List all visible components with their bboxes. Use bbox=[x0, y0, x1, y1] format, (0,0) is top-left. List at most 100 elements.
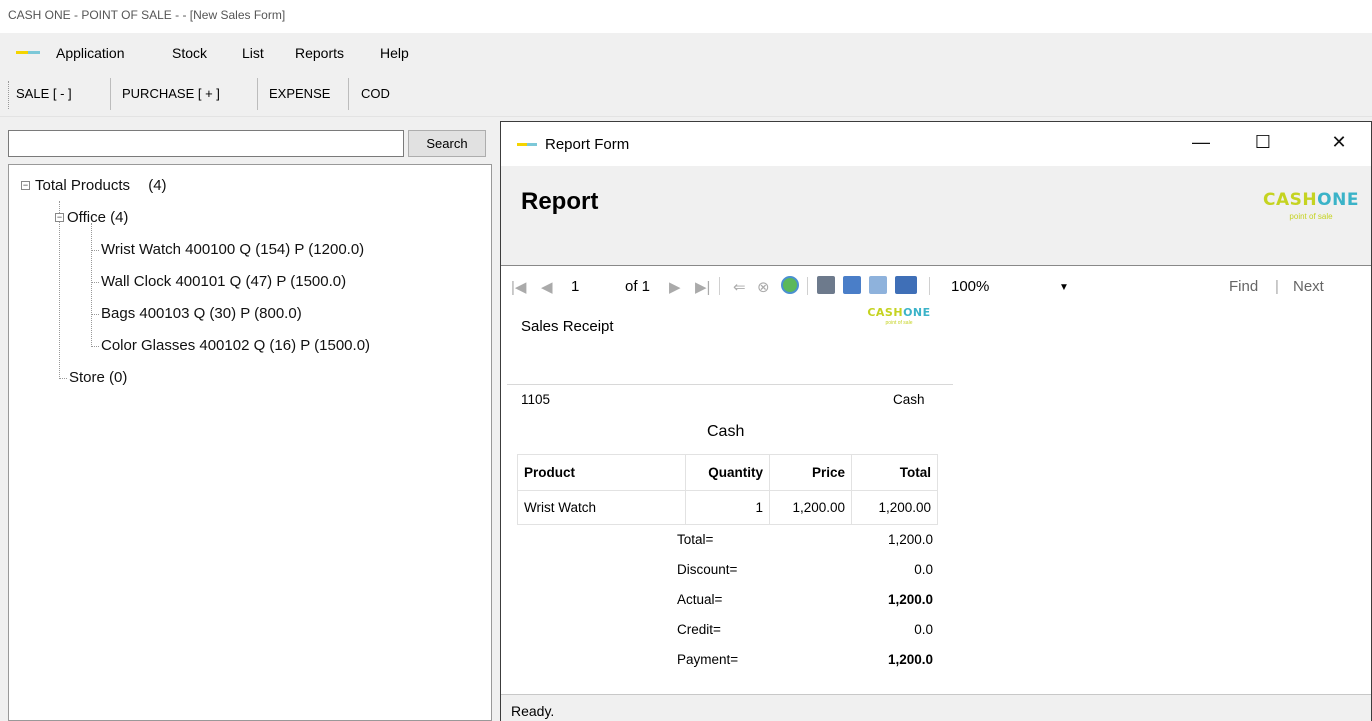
summary-discount-label: Discount= bbox=[677, 562, 738, 577]
tree-connector bbox=[59, 201, 60, 379]
stop-icon[interactable]: ⊗ bbox=[757, 278, 770, 296]
receipt-number: 1105 bbox=[521, 392, 551, 407]
toolbar-grip[interactable] bbox=[8, 81, 10, 109]
payment-type-center: Cash bbox=[707, 423, 745, 440]
menu-bar: Application Stock List Reports Help bbox=[0, 33, 1372, 71]
report-heading: Report bbox=[521, 188, 599, 215]
chevron-down-icon[interactable]: ▼ bbox=[1059, 282, 1069, 293]
tree-root-label: Total Products bbox=[35, 177, 131, 194]
tree-node-root[interactable]: Total Products (4) bbox=[35, 177, 167, 194]
back-icon[interactable]: ⇐ bbox=[733, 278, 746, 296]
summary-credit-value: 0.0 bbox=[914, 622, 933, 637]
table-header-row: Product Quantity Price Total bbox=[517, 454, 938, 491]
menu-reports[interactable]: Reports bbox=[295, 45, 344, 61]
product-tree[interactable]: − Total Products (4) − Office (4) Wrist … bbox=[8, 164, 492, 721]
toolbar-separator bbox=[257, 78, 258, 110]
toolbar-separator bbox=[929, 277, 930, 295]
search-button[interactable]: Search bbox=[408, 130, 486, 157]
zoom-select[interactable]: 100% bbox=[951, 278, 989, 295]
brand-logo: CASHONE point of sale bbox=[1263, 190, 1359, 221]
tree-root-count: (4) bbox=[148, 177, 167, 194]
tree-node-store[interactable]: Store (0) bbox=[69, 369, 127, 386]
report-canvas: Sales Receipt CASHONE point of sale 1105… bbox=[507, 304, 1369, 694]
find-button[interactable]: Find bbox=[1229, 278, 1258, 295]
column-header-price: Price bbox=[769, 454, 852, 491]
tree-connector bbox=[59, 378, 67, 379]
status-bar: Ready. bbox=[501, 694, 1371, 721]
minimize-icon[interactable]: — bbox=[1181, 132, 1221, 156]
next-page-icon[interactable]: ▶ bbox=[669, 278, 681, 296]
tree-connector bbox=[91, 250, 99, 251]
purchase-button[interactable]: PURCHASE [ + ] bbox=[122, 86, 220, 101]
toolbar-separator: | bbox=[1275, 278, 1279, 295]
menu-application[interactable]: Application bbox=[56, 45, 125, 61]
last-page-icon[interactable]: ▶| bbox=[695, 278, 710, 296]
refresh-icon[interactable] bbox=[781, 276, 799, 294]
tree-node-product[interactable]: Color Glasses 400102 Q (16) P (1500.0) bbox=[101, 337, 370, 354]
tree-node-product[interactable]: Wrist Watch 400100 Q (154) P (1200.0) bbox=[101, 241, 364, 258]
menu-stock[interactable]: Stock bbox=[172, 45, 207, 61]
print-layout-icon[interactable] bbox=[843, 276, 861, 294]
expense-button[interactable]: EXPENSE bbox=[269, 86, 330, 101]
summary-payment-label: Payment= bbox=[677, 652, 739, 667]
cell-product: Wrist Watch bbox=[517, 490, 686, 525]
tree-node-product[interactable]: Wall Clock 400101 Q (47) P (1500.0) bbox=[101, 273, 346, 290]
summary-total-value: 1,200.0 bbox=[887, 532, 933, 547]
find-next-button[interactable]: Next bbox=[1293, 278, 1324, 295]
page-setup-icon[interactable] bbox=[869, 276, 887, 294]
payment-type-right: Cash bbox=[893, 392, 925, 407]
tree-connector bbox=[91, 223, 92, 345]
search-input[interactable] bbox=[8, 130, 404, 157]
table-row: Wrist Watch 1 1,200.00 1,200.00 bbox=[517, 490, 938, 525]
collapse-icon[interactable]: − bbox=[21, 181, 30, 190]
toolbar-separator bbox=[719, 277, 720, 295]
report-header: Report CASHONE point of sale bbox=[501, 166, 1371, 266]
report-viewer-toolbar: |◀ ◀ 1 of 1 ▶ ▶| ⇐ ⊗ 100% ▼ Find | Next bbox=[507, 268, 1369, 304]
tree-node-product[interactable]: Bags 400103 Q (30) P (800.0) bbox=[101, 305, 302, 322]
app-logo-icon bbox=[517, 143, 537, 146]
toolbar-separator bbox=[348, 78, 349, 110]
tree-connector bbox=[91, 314, 99, 315]
app-title: CASH ONE - POINT OF SALE - - [New Sales … bbox=[8, 8, 286, 22]
status-text: Ready. bbox=[511, 703, 555, 719]
page-count: of 1 bbox=[625, 278, 651, 295]
tree-connector bbox=[91, 282, 99, 283]
previous-page-icon[interactable]: ◀ bbox=[541, 278, 553, 296]
sale-button[interactable]: SALE [ - ] bbox=[16, 86, 72, 101]
app-title-bar: CASH ONE - POINT OF SALE - - [New Sales … bbox=[0, 0, 1372, 33]
maximize-icon[interactable]: ☐ bbox=[1243, 132, 1283, 156]
report-title-bar: Report Form — ☐ ✕ bbox=[501, 122, 1371, 166]
report-form-window: Report Form — ☐ ✕ Report CASHONE point o… bbox=[500, 121, 1372, 721]
report-window-title: Report Form bbox=[545, 136, 630, 153]
summary-discount-value: 0.0 bbox=[914, 562, 933, 577]
receipt-brand-logo: CASHONE point of sale bbox=[867, 306, 931, 326]
cell-quantity: 1 bbox=[685, 490, 770, 525]
toolbar-separator bbox=[110, 78, 111, 110]
summary-payment-value: 1,200.0 bbox=[887, 652, 933, 667]
collapse-icon[interactable]: − bbox=[55, 213, 64, 222]
close-icon[interactable]: ✕ bbox=[1319, 132, 1359, 156]
menu-list[interactable]: List bbox=[242, 45, 264, 61]
cell-total: 1,200.00 bbox=[851, 490, 938, 525]
toolbar-separator bbox=[807, 277, 808, 295]
main-toolbar: SALE [ - ] PURCHASE [ + ] EXPENSE COD bbox=[0, 71, 1372, 117]
column-header-quantity: Quantity bbox=[685, 454, 770, 491]
summary-actual-value: 1,200.0 bbox=[887, 592, 933, 607]
current-page-field[interactable]: 1 bbox=[571, 278, 579, 295]
first-page-icon[interactable]: |◀ bbox=[511, 278, 526, 296]
cod-button[interactable]: COD bbox=[361, 86, 390, 101]
summary-actual-label: Actual= bbox=[677, 592, 723, 607]
receipt-divider bbox=[507, 384, 953, 385]
export-icon[interactable] bbox=[895, 276, 917, 294]
receipt-items-table: Product Quantity Price Total Wrist Watch… bbox=[517, 454, 938, 525]
column-header-product: Product bbox=[517, 454, 686, 491]
cell-price: 1,200.00 bbox=[769, 490, 852, 525]
menu-help[interactable]: Help bbox=[380, 45, 409, 61]
column-header-total: Total bbox=[851, 454, 938, 491]
tree-connector bbox=[91, 346, 99, 347]
print-icon[interactable] bbox=[817, 276, 835, 294]
summary-credit-label: Credit= bbox=[677, 622, 721, 637]
receipt-title: Sales Receipt bbox=[521, 318, 614, 335]
tree-node-office[interactable]: Office (4) bbox=[67, 209, 128, 226]
summary-total-label: Total= bbox=[677, 532, 714, 547]
